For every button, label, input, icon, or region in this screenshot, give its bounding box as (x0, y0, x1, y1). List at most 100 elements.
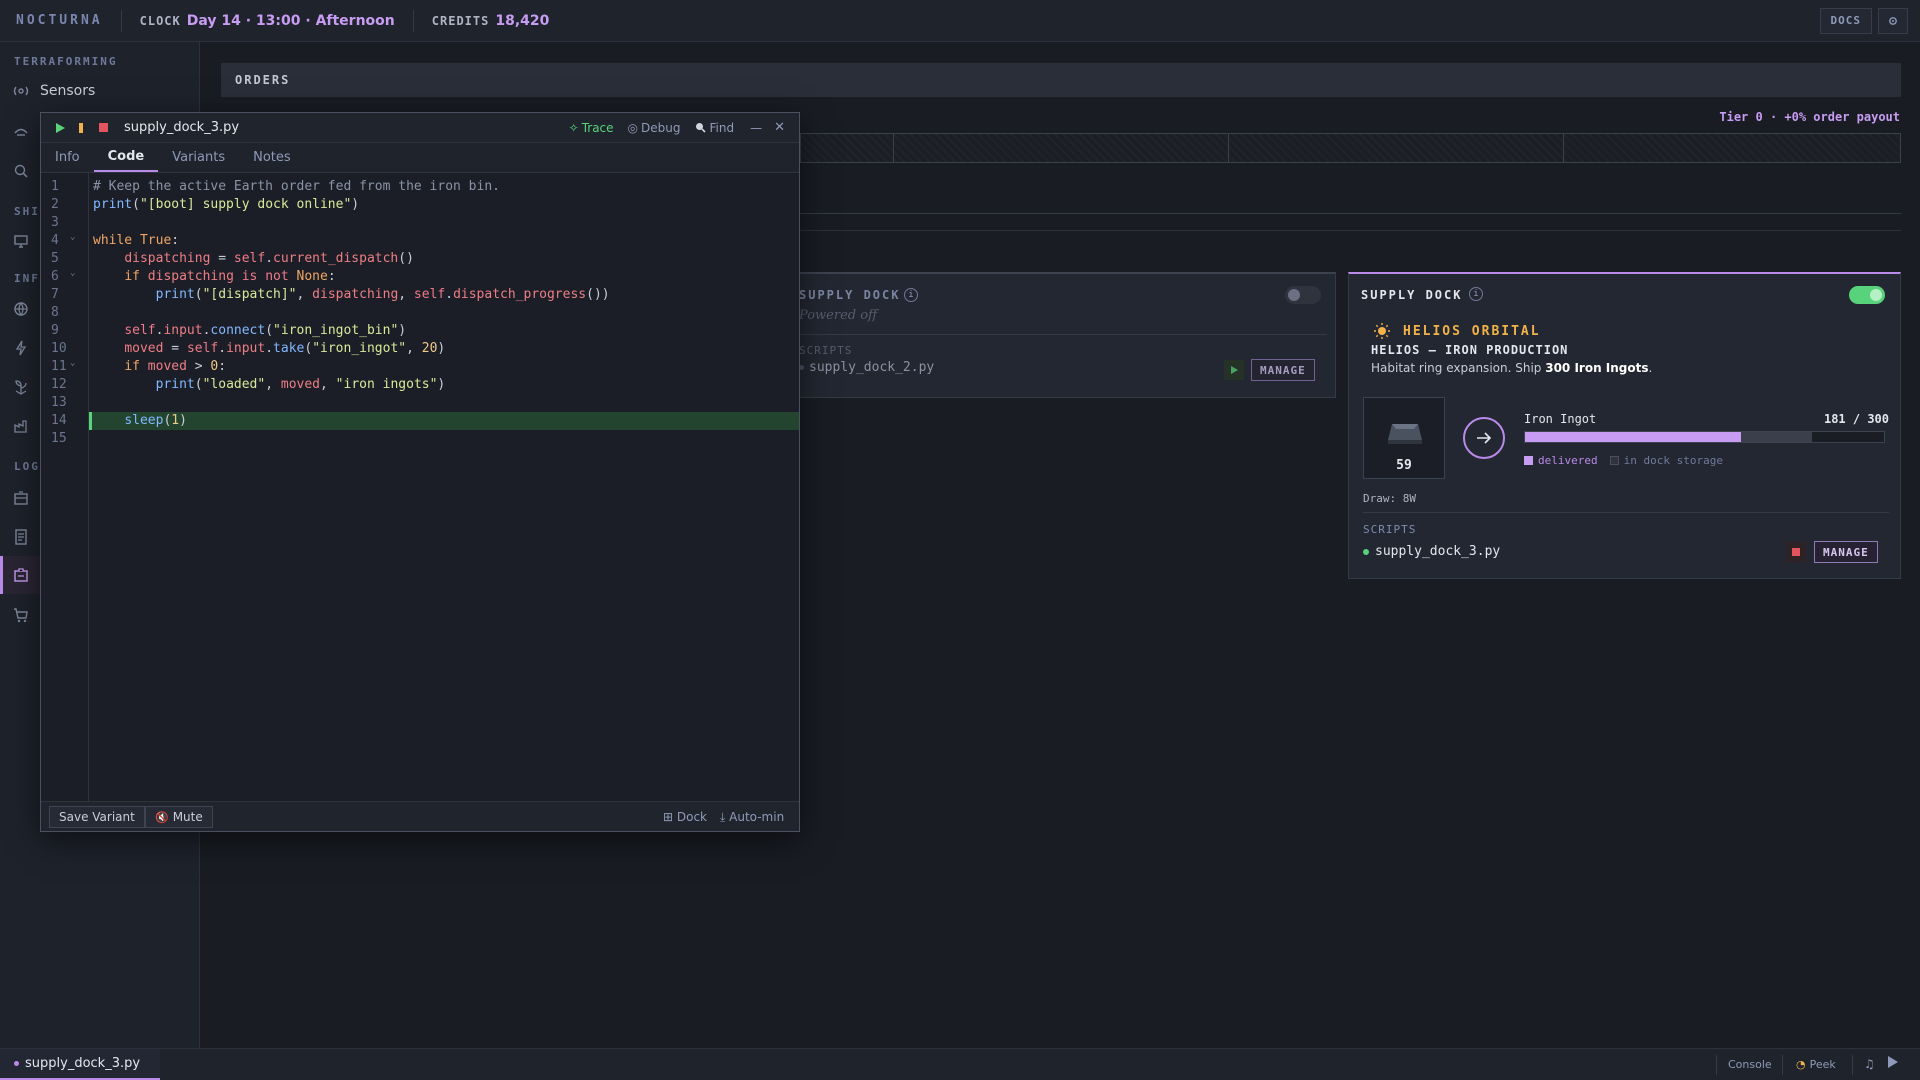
music-icon[interactable]: ♫ (1864, 1057, 1875, 1071)
fold-chevron-icon[interactable]: ⌄ (70, 358, 75, 368)
stop-icon[interactable] (99, 123, 108, 132)
legend-storage: in dock storage (1623, 454, 1723, 467)
code-line[interactable]: moved = self.input.take("iron_ingot", 20… (93, 340, 445, 358)
power-status: Powered off (799, 308, 878, 323)
console-button[interactable]: Console (1728, 1058, 1772, 1071)
play-icon[interactable] (55, 122, 65, 133)
section-inf: INF (14, 272, 40, 285)
legend-swatch-storage (1609, 456, 1619, 465)
tab-variants[interactable]: Variants (158, 142, 239, 172)
manage-button[interactable]: MANAGE (1251, 359, 1315, 381)
card-title: SUPPLY DOCK (799, 288, 901, 302)
debug-toggle[interactable]: ◎ Debug (628, 121, 681, 135)
stop-icon (1792, 548, 1800, 556)
delivery-progress-bar (1524, 431, 1885, 443)
line-number: 2 (51, 197, 59, 212)
script-row[interactable]: supply_dock_2.py (799, 360, 934, 375)
mute-button[interactable]: 🔇 Mute (145, 806, 213, 828)
line-number: 7 (51, 287, 59, 302)
arrow-down-icon: ⤓ (720, 810, 730, 824)
sparkle-icon: ✧ (568, 120, 579, 135)
code-line[interactable]: dispatching = self.current_dispatch() (93, 250, 414, 268)
manage-button[interactable]: MANAGE (1814, 541, 1878, 563)
tab-code[interactable]: Code (93, 142, 159, 172)
magnify-icon (14, 164, 28, 178)
close-icon[interactable]: ✕ (774, 120, 785, 135)
editor-titlebar[interactable]: supply_dock_3.py ✧ Trace ◎ Debug Find — ✕ (41, 113, 799, 143)
pause-icon[interactable] (79, 122, 85, 133)
find-button[interactable]: Find (695, 121, 734, 135)
code-token: 1 (171, 413, 180, 428)
code-line[interactable]: if dispatching is not None: (93, 268, 335, 286)
peek-button[interactable]: ◔ Peek (1796, 1058, 1836, 1071)
code-token: ()) (586, 287, 610, 302)
code-token: input (226, 341, 266, 356)
tier-segment-divider (1563, 134, 1564, 162)
divider (1782, 1055, 1783, 1075)
docs-button[interactable]: DOCS (1819, 7, 1872, 34)
code-line[interactable]: sleep(1) (89, 412, 799, 430)
trace-toggle[interactable]: ✧ Trace (569, 121, 614, 135)
code-token: dispatching (124, 251, 211, 266)
code-token: dispatch_progress (453, 287, 587, 302)
scripts-label: SCRIPTS (1363, 523, 1417, 536)
code-token: , (296, 287, 313, 302)
debug-label: Debug (641, 120, 681, 135)
code-token: moved (280, 377, 321, 392)
fold-chevron-icon[interactable]: ⌄ (70, 268, 75, 278)
line-number: 9 (51, 323, 59, 338)
minimize-icon[interactable]: — (750, 121, 762, 135)
taskbar-tab-script[interactable]: supply_dock_3.py (0, 1049, 160, 1080)
credits-stat: CREDITS 18,420 (412, 9, 568, 32)
tab-info[interactable]: Info (41, 142, 94, 172)
line-number: 5 (51, 251, 59, 266)
code-line[interactable]: print("loaded", moved, "iron ingots") (93, 376, 446, 394)
stop-script-button[interactable] (1786, 542, 1806, 562)
script-name: supply_dock_3.py (1375, 544, 1501, 559)
code-token: , (406, 341, 422, 356)
code-line[interactable]: while True: (93, 232, 179, 250)
auto-minimize-button[interactable]: ⤓ Auto-min (720, 810, 784, 825)
code-line[interactable]: print("[dispatch]", dispatching, self.di… (93, 286, 610, 304)
fold-chevron-icon[interactable]: ⌄ (70, 232, 75, 242)
save-variant-button[interactable]: Save Variant (49, 806, 145, 828)
code-line[interactable]: # Keep the active Earth order fed from t… (93, 178, 500, 196)
code-token: input (163, 323, 203, 338)
tab-notes[interactable]: Notes (239, 142, 305, 172)
code-token: while (93, 233, 133, 248)
script-editor-window[interactable]: supply_dock_3.py ✧ Trace ◎ Debug Find — ✕ … (40, 112, 800, 832)
supply-dock-card-2: SUPPLY DOCK i Powered off SCRIPTS supply… (790, 272, 1336, 398)
script-status-dot (1363, 548, 1369, 555)
code-token: () (398, 251, 414, 266)
play-icon (1888, 1056, 1898, 1068)
sidebar-item-sensors[interactable]: Sensors (0, 72, 200, 110)
power-toggle[interactable] (1285, 286, 1321, 304)
code-area[interactable]: # Keep the active Earth order fed from t… (89, 173, 799, 801)
dock-button[interactable]: ⊞ Dock (663, 810, 707, 824)
eye-icon: ◔ (1796, 1058, 1806, 1071)
run-script-button[interactable] (1224, 360, 1244, 380)
editor-footer: Save Variant 🔇 Mute ⊞ Dock ⤓ Auto-min (41, 801, 799, 831)
info-icon[interactable]: i (904, 288, 918, 302)
settings-button[interactable] (1878, 7, 1908, 34)
line-number: 3 (51, 215, 59, 230)
code-token: is not (241, 269, 289, 284)
trace-label: Trace (581, 120, 614, 135)
code-token: . (265, 341, 274, 356)
search-icon (695, 123, 706, 133)
code-line[interactable]: if moved > 0: (93, 358, 226, 376)
lightning-icon (15, 340, 27, 356)
item-tile[interactable]: 59 (1363, 397, 1445, 479)
code-line[interactable]: self.input.connect("iron_ingot_bin") (93, 322, 406, 340)
info-icon[interactable]: i (1469, 287, 1483, 301)
gear-icon (1889, 16, 1897, 25)
play-music-button[interactable] (1888, 1056, 1898, 1072)
code-line[interactable]: print("[boot] supply dock online") (93, 196, 359, 214)
script-row[interactable]: supply_dock_3.py (1363, 544, 1500, 559)
power-toggle[interactable] (1849, 286, 1885, 304)
